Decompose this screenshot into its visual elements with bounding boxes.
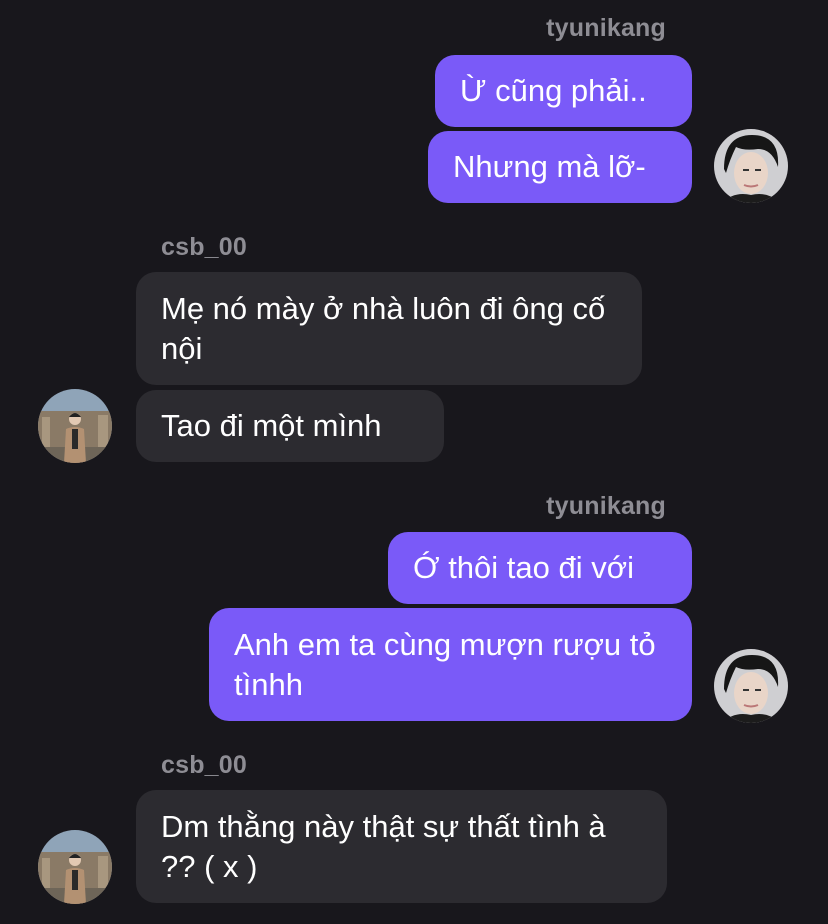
profile-photo-icon <box>38 830 112 904</box>
avatar[interactable] <box>38 389 112 463</box>
message-bubble[interactable]: Dm thằng này thật sự thất tình à ?? ( x … <box>136 790 667 903</box>
sender-name: csb_00 <box>161 751 247 779</box>
message-bubble[interactable]: Ớ thôi tao đi với <box>388 532 692 604</box>
profile-photo-icon <box>38 389 112 463</box>
message-bubble[interactable]: Mẹ nó mày ở nhà luôn đi ông cố nội <box>136 272 642 385</box>
message-text: Ớ thôi tao đi với <box>413 550 634 585</box>
avatar[interactable] <box>38 830 112 904</box>
sender-name: tyunikang <box>546 492 666 520</box>
message-text: Dm thằng này thật sự thất tình à ?? ( x … <box>161 809 606 884</box>
sender-name: tyunikang <box>546 14 666 42</box>
message-bubble[interactable]: Ừ cũng phải.. <box>435 55 692 127</box>
avatar[interactable] <box>714 129 788 203</box>
message-text: Tao đi một mình <box>161 408 382 443</box>
message-bubble[interactable]: Anh em ta cùng mượn rượu tỏ tìnhh <box>209 608 692 721</box>
sender-name: csb_00 <box>161 233 247 261</box>
message-text: Ừ cũng phải.. <box>460 73 647 108</box>
avatar[interactable] <box>714 649 788 723</box>
message-text: Mẹ nó mày ở nhà luôn đi ông cố nội <box>161 291 606 366</box>
message-text: Nhưng mà lỡ- <box>453 149 646 184</box>
profile-photo-icon <box>714 649 788 723</box>
message-text: Anh em ta cùng mượn rượu tỏ tìnhh <box>234 627 656 702</box>
message-bubble[interactable]: Tao đi một mình <box>136 390 444 462</box>
message-bubble[interactable]: Nhưng mà lỡ- <box>428 131 692 203</box>
profile-photo-icon <box>714 129 788 203</box>
